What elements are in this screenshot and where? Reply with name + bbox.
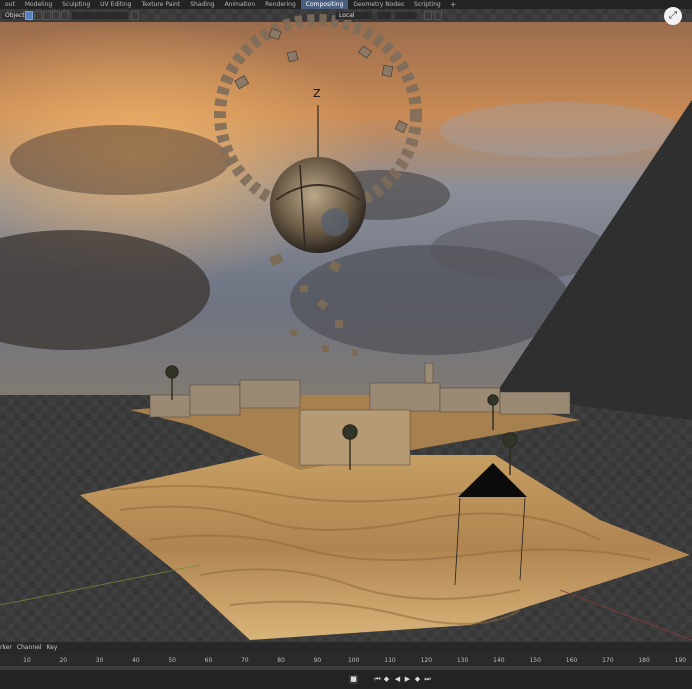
3d-viewport[interactable]	[0, 9, 692, 642]
tab-compositing[interactable]: Compositing	[300, 0, 349, 9]
frame-tick: 10	[23, 657, 31, 664]
view-options-icon[interactable]	[131, 11, 139, 20]
frame-tick: 80	[277, 657, 285, 664]
frame-tick: 160	[565, 657, 578, 664]
select-box-icon[interactable]	[25, 11, 33, 20]
add-workspace-button[interactable]: +	[446, 0, 461, 9]
maximize-icon: ⤢	[669, 10, 677, 21]
mode-selector[interactable]: Object	[1, 11, 25, 20]
next-keyframe-icon[interactable]: ◆	[413, 675, 422, 684]
tab-modeling[interactable]: Modeling	[20, 0, 57, 9]
select-intersect-icon[interactable]	[61, 11, 69, 20]
frame-tick: 100	[347, 657, 360, 664]
frame-tick: 130	[456, 657, 469, 664]
timeline-menu-rker[interactable]: rker	[0, 644, 12, 651]
frame-tick: 70	[240, 657, 249, 664]
timeline-menu-key[interactable]: Key	[47, 644, 58, 651]
frame-tick: 190	[674, 657, 687, 664]
timeline-editor: rker Channel Key 10 20 30 40 50 60 70 80 90 100 110 1…	[0, 642, 692, 689]
stop-button[interactable]: ■	[349, 675, 358, 684]
timeline-ruler[interactable]: 10 20 30 40 50 60 70 80 90 100 110 120 130 140 150 160 1…	[0, 654, 692, 666]
falloff-icon[interactable]	[434, 11, 442, 20]
frame-tick: 180	[638, 657, 650, 664]
play-icon[interactable]: ▶	[403, 675, 412, 684]
tab-scripting[interactable]: Scripting	[409, 0, 446, 9]
viewport-menu-field[interactable]	[71, 11, 129, 20]
pivot-point-dropdown[interactable]	[376, 11, 392, 20]
frame-tick: 40	[132, 657, 140, 664]
tab-texture-paint[interactable]: Texture Paint	[136, 0, 185, 9]
jump-start-icon[interactable]: ⏮	[373, 675, 382, 684]
snap-dropdown[interactable]	[394, 11, 418, 20]
frame-tick: 140	[493, 657, 505, 664]
viewport-scene	[0, 9, 692, 642]
frame-tick: 110	[384, 657, 396, 664]
transform-orientation-label: Local	[339, 12, 355, 19]
frame-tick: 50	[168, 657, 177, 664]
tab-uv-editing[interactable]: UV Editing	[95, 0, 136, 9]
timeline-menu-channel[interactable]: Channel	[17, 644, 42, 651]
frame-tick: 20	[59, 657, 68, 664]
transform-orientation-dropdown[interactable]: Local	[335, 11, 373, 20]
tab-rendering[interactable]: Rendering	[260, 0, 301, 9]
frame-tick: 120	[420, 657, 433, 664]
viewport-header: Object Local	[0, 9, 692, 22]
tab-sculpting[interactable]: Sculpting	[57, 0, 95, 9]
tab-out[interactable]: out	[0, 0, 20, 9]
proportional-edit-icon[interactable]	[424, 11, 432, 20]
frame-tick: 150	[529, 657, 541, 664]
select-extend-icon[interactable]	[34, 11, 42, 20]
jump-end-icon[interactable]: ⏭	[423, 675, 432, 684]
z-axis-label: Z	[313, 87, 321, 100]
tab-geometry-nodes[interactable]: Geometry Nodes	[348, 0, 409, 9]
timeline-menu-bar: rker Channel Key	[0, 642, 692, 654]
frame-tick: 170	[602, 657, 614, 664]
tab-shading[interactable]: Shading	[185, 0, 219, 9]
workspace-tab-bar: out Modeling Sculpting UV Editing Texture Pa…	[0, 0, 692, 9]
select-invert-icon[interactable]	[52, 11, 60, 20]
maximize-button[interactable]: ⤢	[664, 7, 682, 25]
mode-label: Object	[5, 12, 25, 19]
frame-tick: 30	[95, 657, 104, 664]
frame-tick: 60	[204, 657, 213, 664]
select-subtract-icon[interactable]	[43, 11, 51, 20]
play-reverse-icon[interactable]: ◀	[393, 675, 402, 684]
frame-tick: 90	[313, 657, 322, 664]
playback-controls: ■ ⏮ ◆ ◀ ▶ ◆ ⏭	[0, 670, 692, 689]
prev-keyframe-icon[interactable]: ◆	[382, 675, 391, 684]
tab-animation[interactable]: Animation	[220, 0, 261, 9]
